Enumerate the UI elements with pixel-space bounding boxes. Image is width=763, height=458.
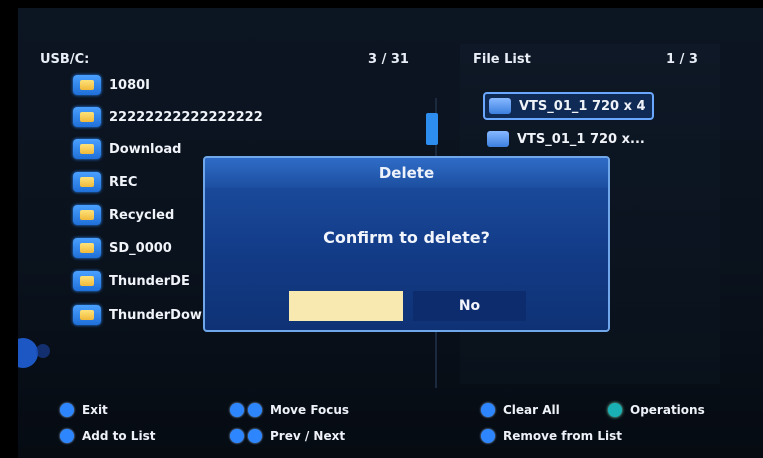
folder-label: SD_0000 [109,240,172,256]
folder-label: Recycled [109,207,175,223]
folder-item[interactable]: ThunderDE [73,270,190,292]
file-label: VTS_01_1 720 x 4 [519,98,646,114]
folder-icon [73,205,101,225]
folder-item[interactable]: SD_0000 [73,237,172,259]
video-file-icon [487,131,509,147]
file-item[interactable]: VTS_01_1 720 x... [483,127,645,151]
side-decoration [18,338,38,368]
dialog-message: Confirm to delete? [323,228,490,247]
confirm-yes-button[interactable] [289,291,403,321]
folder-item[interactable]: Download [73,138,181,160]
hint-exit: Exit [60,403,108,417]
folder-icon [73,139,101,159]
side-decoration [36,344,50,358]
arrow-left-key-icon [230,403,244,417]
folder-item[interactable]: Recycled [73,204,174,226]
file-item-selected[interactable]: VTS_01_1 720 x 4 [483,92,654,120]
next-key-icon [248,429,262,443]
folder-item[interactable]: REC [73,171,137,193]
folder-label: 1080I [109,77,151,93]
folder-item[interactable]: 1080I [73,74,150,96]
blue-key-icon [481,429,495,443]
hint-operations: Operations [608,403,705,417]
blue-key-icon [60,403,74,417]
confirm-no-button[interactable]: No [413,291,526,321]
left-page-count: 3 / 31 [368,52,409,67]
hint-label: Add to List [82,429,156,443]
prev-key-icon [230,429,244,443]
hint-label: Operations [630,403,705,417]
path-label: USB/C: [40,52,90,67]
hint-label: Prev / Next [270,429,346,443]
delete-dialog: Delete Confirm to delete? No [203,156,610,332]
folder-label: ThunderDE [109,273,190,289]
folder-icon [73,172,101,192]
arrow-right-key-icon [248,403,262,417]
blue-key-icon [481,403,495,417]
folder-item[interactable]: 22222222222222222 [73,106,263,128]
dialog-title: Delete [205,158,608,188]
hint-move-focus: Move Focus [230,403,349,417]
folder-label: REC [109,174,138,190]
folder-icon [73,107,101,127]
folder-icon [73,305,101,325]
hint-label: Move Focus [270,403,350,417]
green-key-icon [608,403,622,417]
blue-key-icon [60,429,74,443]
hint-clear-all: Clear All [481,403,560,417]
video-file-icon [489,98,511,114]
folder-icon [73,75,101,95]
media-browser-screen: USB/C: 3 / 31 File List 1 / 3 1080I 2222… [18,8,763,458]
file-list-title: File List [473,52,531,67]
folder-label: 22222222222222222 [109,109,263,125]
hint-label: Clear All [503,403,560,417]
folder-icon [73,271,101,291]
folder-icon [73,238,101,258]
hint-label: Remove from List [503,429,622,443]
hint-add-to-list: Add to List [60,429,155,443]
folder-label: Download [109,141,182,157]
right-page-count: 1 / 3 [666,52,698,67]
hint-remove-from-list: Remove from List [481,429,622,443]
hint-label: Exit [82,403,108,417]
file-label: VTS_01_1 720 x... [517,131,645,147]
hint-prev-next: Prev / Next [230,429,345,443]
scrollbar-thumb[interactable] [426,113,438,145]
